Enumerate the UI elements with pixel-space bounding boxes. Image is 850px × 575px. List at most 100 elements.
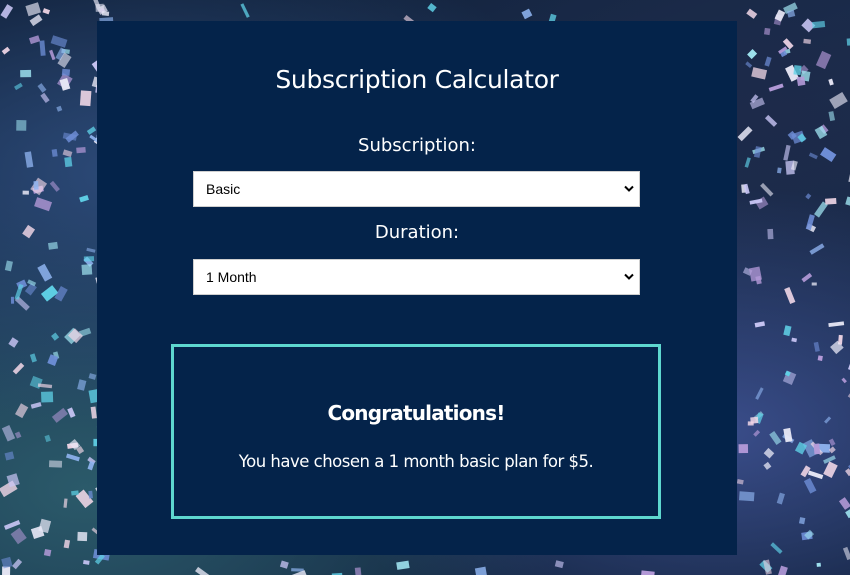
confetti-piece: [24, 151, 34, 168]
confetti-piece: [40, 92, 50, 104]
confetti-piece: [25, 2, 42, 17]
chevron-down-icon: [624, 185, 634, 192]
calculator-card: Subscription Calculator Subscription: Ba…: [97, 21, 737, 555]
confetti-piece: [47, 241, 59, 250]
confetti-piece: [29, 353, 37, 363]
confetti-piece: [56, 105, 63, 112]
confetti-piece: [767, 228, 774, 240]
confetti-piece: [76, 147, 86, 154]
confetti-piece: [783, 427, 793, 443]
confetti-piece: [61, 68, 71, 76]
confetti-piece: [474, 566, 488, 575]
confetti-piece: [77, 379, 87, 391]
subscription-selected-value: Basic: [206, 181, 241, 197]
confetti-piece: [828, 78, 834, 86]
confetti-piece: [37, 383, 53, 389]
confetti-piece: [79, 90, 92, 107]
confetti-piece: [753, 429, 761, 437]
confetti-piece: [22, 190, 29, 195]
confetti-piece: [783, 144, 791, 161]
confetti-piece: [40, 285, 59, 302]
confetti-piece: [768, 83, 784, 92]
confetti-piece: [51, 332, 60, 341]
confetti-piece: [807, 470, 824, 480]
confetti-piece: [763, 461, 772, 470]
confetti-piece: [824, 416, 832, 424]
confetti-piece: [10, 296, 15, 304]
confetti-piece: [811, 282, 817, 286]
confetti-piece: [845, 196, 850, 207]
confetti-piece: [12, 362, 25, 375]
confetti-piece: [820, 147, 837, 163]
confetti-piece: [760, 182, 774, 197]
confetti-piece: [764, 56, 772, 67]
confetti-piece: [829, 91, 848, 110]
confetti-piece: [521, 8, 533, 20]
confetti-piece: [803, 477, 817, 494]
confetti-piece: [90, 406, 97, 419]
result-message: You have chosen a 1 month basic plan for…: [238, 452, 594, 471]
confetti-piece: [14, 283, 24, 300]
confetti-piece: [763, 27, 771, 36]
confetti-piece: [805, 193, 812, 200]
confetti-piece: [745, 61, 753, 68]
confetti-piece: [63, 539, 71, 549]
confetti-piece: [83, 256, 95, 262]
confetti-piece: [49, 180, 60, 192]
confetti-piece: [738, 491, 755, 502]
subscription-select[interactable]: Basic: [193, 171, 640, 207]
confetti-piece: [744, 157, 751, 168]
confetti-piece: [770, 542, 783, 555]
confetti-piece: [801, 272, 813, 283]
confetti-piece: [87, 460, 95, 471]
confetti-piece: [1, 425, 16, 442]
confetti-piece: [88, 373, 97, 380]
confetti-piece: [750, 416, 759, 424]
confetti-piece: [825, 198, 837, 205]
confetti-piece: [354, 567, 362, 575]
confetti-piece: [14, 82, 23, 91]
confetti-piece: [791, 337, 798, 343]
confetti-piece: [4, 260, 13, 272]
confetti-piece: [823, 461, 838, 479]
confetti-piece: [8, 337, 19, 348]
confetti-piece: [33, 180, 39, 190]
confetti-piece: [49, 49, 56, 61]
confetti-piece: [554, 560, 564, 569]
confetti-piece: [14, 431, 22, 439]
confetti-piece: [29, 14, 43, 27]
result-heading: Congratulations!: [327, 401, 505, 425]
confetti-piece: [769, 431, 782, 445]
confetti-piece: [737, 126, 753, 142]
duration-label: Duration:: [374, 222, 460, 243]
confetti-piece: [753, 146, 762, 158]
confetti-piece: [22, 224, 36, 239]
confetti-piece: [83, 559, 90, 565]
confetti-piece: [793, 65, 802, 76]
confetti-piece: [86, 247, 96, 253]
confetti-piece: [71, 490, 79, 496]
confetti-piece: [783, 325, 792, 337]
confetti-piece: [755, 387, 764, 400]
confetti-piece: [34, 197, 53, 212]
confetti-piece: [43, 548, 52, 557]
confetti-piece: [41, 391, 54, 403]
confetti-piece: [62, 149, 73, 158]
confetti-piece: [396, 560, 410, 570]
duration-select[interactable]: 1 Month: [193, 259, 640, 295]
confetti-piece: [427, 3, 437, 13]
confetti-piece: [4, 451, 15, 461]
confetti-piece: [738, 444, 749, 454]
confetti-piece: [48, 460, 63, 468]
confetti-piece: [764, 114, 778, 127]
confetti-piece: [776, 492, 785, 505]
confetti-piece: [81, 264, 93, 276]
confetti-piece: [746, 8, 758, 19]
confetti-piece: [37, 83, 47, 93]
confetti-piece: [88, 490, 93, 499]
confetti-piece: [828, 321, 845, 328]
confetti-piece: [763, 447, 775, 459]
confetti-piece: [784, 287, 796, 304]
subscription-label: Subscription:: [358, 135, 476, 156]
confetti-piece: [12, 558, 23, 570]
